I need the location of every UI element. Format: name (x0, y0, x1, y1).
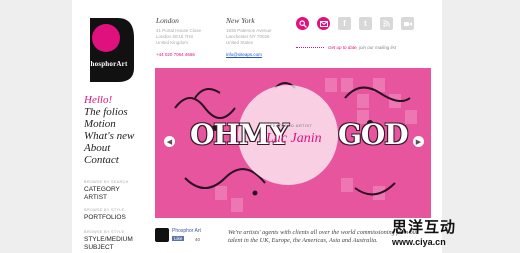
office-london: London 41 Portal House Close London SE16… (156, 17, 201, 58)
facebook-like-button[interactable]: Like (172, 236, 185, 241)
mailing-list-link[interactable]: Get up to date, join our mailing list (328, 45, 396, 50)
banner-next-arrow[interactable]: ▶ (413, 136, 424, 147)
main-nav: Hello! The folios Motion What's new Abou… (84, 94, 134, 166)
browse-link-style-medium[interactable]: STYLE/MEDIUM (84, 236, 133, 244)
search-icon[interactable] (296, 17, 309, 30)
nav-item-motion[interactable]: Motion (84, 118, 134, 130)
nav-item-whats-new[interactable]: What's new (84, 130, 134, 142)
office-city: London (156, 16, 179, 25)
featured-artist-label: FEATURED ARTIST (270, 123, 313, 128)
browse-link-category[interactable]: CATEGORY (84, 186, 120, 194)
nav-item-contact[interactable]: Contact (84, 154, 134, 166)
watermark-url: www.ciya.cn (392, 237, 446, 247)
email-icon[interactable] (317, 17, 330, 30)
video-icon[interactable] (401, 17, 414, 30)
browse-link-portfolios[interactable]: PORTFOLIOS (84, 214, 126, 222)
nav-item-folios[interactable]: The folios (84, 106, 134, 118)
office-email[interactable]: info@siteaps.com (226, 52, 271, 58)
browse-link-subject[interactable]: SUBJECT (84, 244, 114, 252)
facebook-like-count: 40 (195, 237, 201, 242)
facebook-widget: Phosphor Art Like 40 (155, 228, 215, 248)
banner-word-right: GOD (338, 118, 409, 151)
address-line: United Kingdom (156, 40, 189, 45)
facebook-page-name[interactable]: Phosphor Art (172, 228, 201, 234)
banner-prev-arrow[interactable]: ◀ (164, 136, 175, 147)
address-line: United States (226, 40, 254, 45)
rss-icon[interactable] (380, 17, 393, 30)
mailing-rest: join our mailing list (357, 45, 397, 50)
phosphor-logo[interactable] (84, 14, 136, 86)
browse-group-label: BROWSE BY STYLE (84, 208, 125, 212)
office-city: New York (226, 16, 255, 25)
office-newyork: New York 1935 Paterson Avenue Lanchester… (226, 17, 271, 58)
nav-item-hello[interactable]: Hello! (84, 94, 134, 106)
nav-item-about[interactable]: About (84, 142, 134, 154)
browse-group-label: BROWSE BY SEARCH (84, 180, 129, 184)
watermark-title: 思洋互动 (392, 219, 457, 236)
facebook-avatar (155, 228, 169, 242)
mailing-divider (296, 47, 324, 48)
facebook-icon[interactable]: f (338, 17, 351, 30)
browse-group-label: BROWSE BY STYLE (84, 230, 125, 234)
logo-text: PhosphorArt (86, 60, 128, 68)
featured-artist-name[interactable]: Luc Janin (266, 131, 322, 147)
office-phone[interactable]: +44 020 7064 4666 (156, 52, 201, 58)
twitter-icon[interactable]: t (359, 17, 372, 30)
browse-link-artist[interactable]: ARTIST (84, 194, 107, 202)
mailing-highlight: Get up to date, (328, 45, 358, 50)
